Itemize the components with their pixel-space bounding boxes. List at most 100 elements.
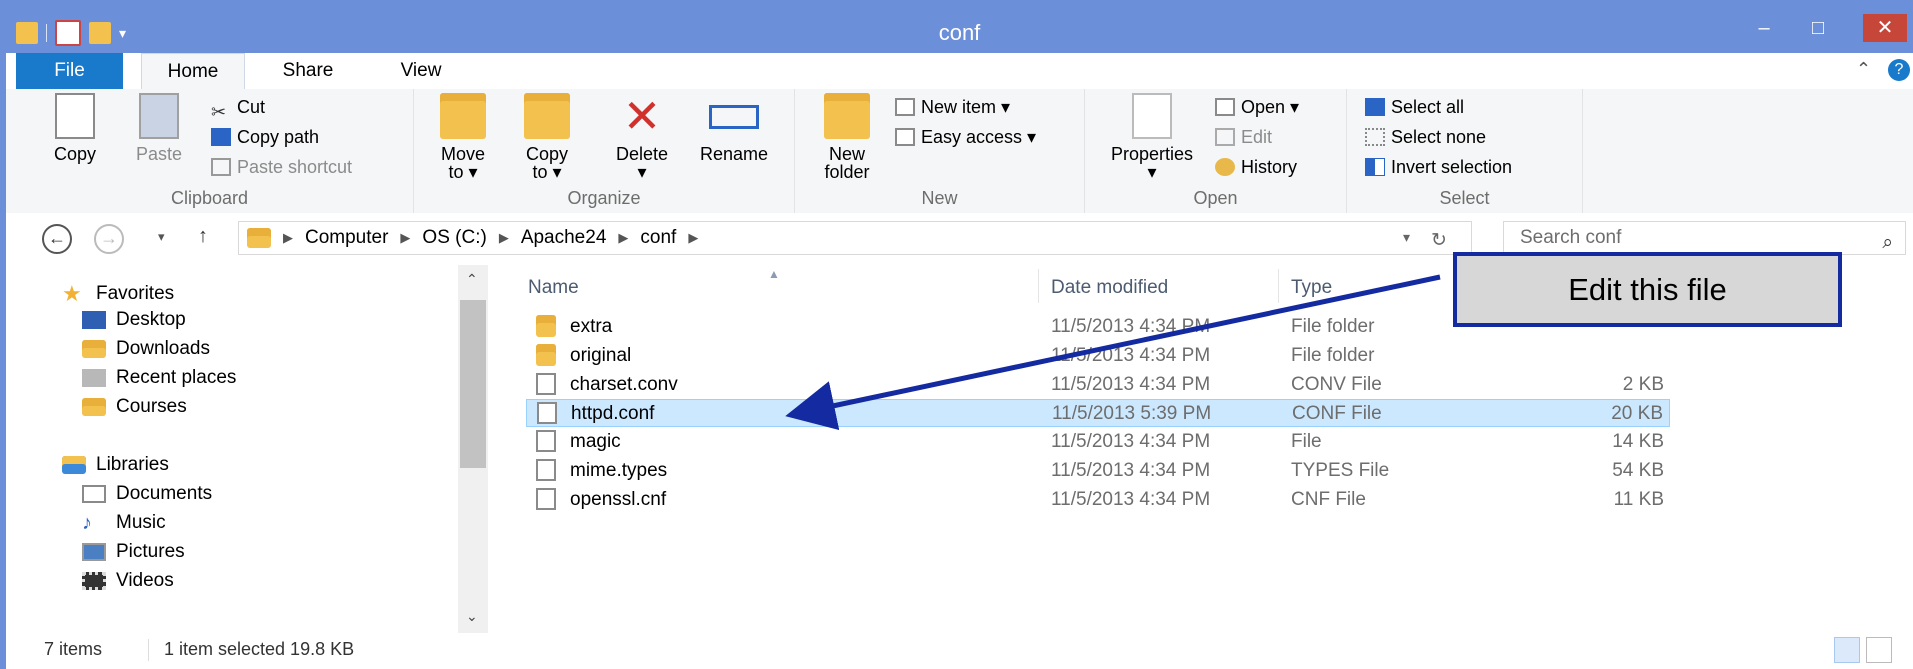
close-button[interactable]: ✕ [1863,14,1907,42]
breadcrumb-separator-icon[interactable]: ▶ [688,230,698,246]
tab-file[interactable]: File [16,53,123,89]
cut-button[interactable]: ✂ Cut [211,93,266,122]
nav-favorites[interactable]: ★ Favorites [62,283,174,305]
recent-locations-chevron-icon[interactable]: ▾ [158,229,165,245]
delete-button[interactable]: ✕ Delete ▾ [604,93,680,181]
history-icon [1215,158,1235,176]
edit-label: Edit [1241,127,1273,147]
file-icon [536,459,556,481]
scroll-down-chevron-icon[interactable]: ⌄ [466,608,478,625]
move-to-icon [440,93,486,139]
up-arrow-icon[interactable]: ↑ [198,225,208,248]
copy-button[interactable]: Copy [40,93,110,163]
file-size: 2 KB [1622,374,1664,395]
file-type: CNF File [1291,489,1366,510]
paste-button[interactable]: Paste [124,93,194,163]
history-button[interactable]: History [1215,153,1297,181]
breadcrumb-separator-icon[interactable]: ▶ [618,230,628,246]
cut-label: Cut [237,97,266,117]
select-group: Select all Select none Invert selection … [1347,89,1583,213]
help-icon[interactable]: ? [1888,59,1910,81]
tab-view[interactable]: View [386,53,456,89]
file-size: 54 KB [1612,460,1664,481]
back-arrow-icon[interactable]: ← [42,224,72,254]
scrollbar-thumb[interactable] [460,300,486,468]
breadcrumb-computer[interactable]: Computer [305,227,388,249]
file-type: TYPES File [1291,460,1390,481]
downloads-icon [82,340,106,358]
documents-icon [82,485,106,503]
file-type: File [1291,431,1322,452]
search-icon[interactable]: ⌕ [1882,227,1893,259]
forward-arrow-icon[interactable]: → [94,224,124,254]
collapse-ribbon-chevron-icon[interactable]: ⌃ [1856,59,1871,80]
file-row[interactable]: magic 11/5/2013 4:34 PM File 14 KB [526,428,1670,456]
nav-libraries[interactable]: Libraries [62,454,169,476]
minimize-button[interactable]: – [1741,14,1787,42]
nav-item-courses[interactable]: Courses [82,396,187,418]
select-all-button[interactable]: Select all [1365,93,1464,121]
breadcrumb-separator-icon[interactable]: ▶ [400,230,410,246]
clipboard-group: Copy Paste ✂ Cut Copy path Paste shortcu… [6,89,414,213]
file-row-selected[interactable]: httpd.conf 11/5/2013 5:39 PM CONF File 2… [526,399,1670,427]
properties-label: Properties [1110,144,1194,164]
breadcrumb-separator-icon[interactable]: ▶ [283,230,293,246]
breadcrumb-separator-icon[interactable]: ▶ [499,230,509,246]
maximize-button[interactable]: □ [1795,14,1841,42]
address-bar[interactable]: ▶ Computer ▶ OS (C:) ▶ Apache24 ▶ conf ▶ [238,221,1472,255]
nav-libraries-label: Libraries [96,454,169,475]
nav-item-pictures[interactable]: Pictures [82,541,185,563]
file-name: extra [570,316,613,337]
nav-scrollbar[interactable]: ⌃ ⌄ [458,265,488,633]
file-row[interactable]: original 11/5/2013 4:34 PM File folder [526,342,1670,370]
nav-item-downloads[interactable]: Downloads [82,338,210,360]
move-to-button[interactable]: Move to ▾ [428,93,498,181]
desktop-icon [82,311,106,329]
large-icons-view-icon[interactable] [1866,637,1892,663]
folder-icon [247,228,271,248]
column-header-name[interactable]: Name [528,277,579,299]
properties-button[interactable]: Properties ▾ [1097,93,1207,181]
new-item-button[interactable]: New item ▾ [895,93,1010,121]
move-to-label: Move [440,144,485,164]
status-item-count: 7 items [44,639,103,659]
file-row[interactable]: mime.types 11/5/2013 4:34 PM TYPES File … [526,457,1670,485]
refresh-icon[interactable]: ↻ [1431,229,1447,252]
copy-path-button[interactable]: Copy path [211,123,319,151]
easy-access-button[interactable]: Easy access ▾ [895,123,1036,151]
column-header-type[interactable]: Type [1291,277,1332,299]
nav-item-label: Pictures [116,541,185,562]
details-view-icon[interactable] [1834,637,1860,663]
scroll-up-chevron-icon[interactable]: ⌃ [466,271,478,288]
column-divider[interactable] [1038,269,1039,303]
rename-button[interactable]: Rename [692,93,776,163]
tab-share[interactable]: Share [268,53,348,89]
column-divider[interactable] [1278,269,1279,303]
invert-selection-button[interactable]: Invert selection [1365,153,1512,181]
breadcrumb-os-c[interactable]: OS (C:) [422,227,486,249]
tab-home[interactable]: Home [141,53,245,89]
paste-shortcut-button[interactable]: Paste shortcut [211,153,352,181]
nav-item-recent-places[interactable]: Recent places [82,367,236,389]
nav-item-label: Videos [116,570,174,591]
copy-to-button[interactable]: Copy to ▾ [512,93,582,181]
breadcrumb-apache24[interactable]: Apache24 [521,227,607,249]
edit-button[interactable]: Edit [1215,123,1272,151]
file-row[interactable]: openssl.cnf 11/5/2013 4:34 PM CNF File 1… [526,486,1670,514]
nav-item-music[interactable]: ♪ Music [82,512,166,534]
nav-item-documents[interactable]: Documents [82,483,212,505]
nav-item-desktop[interactable]: Desktop [82,309,186,331]
column-header-date[interactable]: Date modified [1051,277,1168,299]
address-history-chevron-icon[interactable]: ▾ [1403,229,1410,246]
nav-item-videos[interactable]: Videos [82,570,174,592]
file-name: mime.types [570,460,668,481]
breadcrumb-conf[interactable]: conf [640,227,676,249]
open-button[interactable]: Open ▾ [1215,93,1299,121]
search-input[interactable]: Search conf ⌕ [1503,221,1906,255]
file-row[interactable]: charset.conv 11/5/2013 4:34 PM CONV File… [526,371,1670,399]
file-type: File folder [1291,345,1375,366]
select-none-button[interactable]: Select none [1365,123,1486,151]
new-folder-button[interactable]: New folder [807,93,887,181]
open-icon [1215,98,1235,116]
open-label: Open ▾ [1241,97,1300,117]
